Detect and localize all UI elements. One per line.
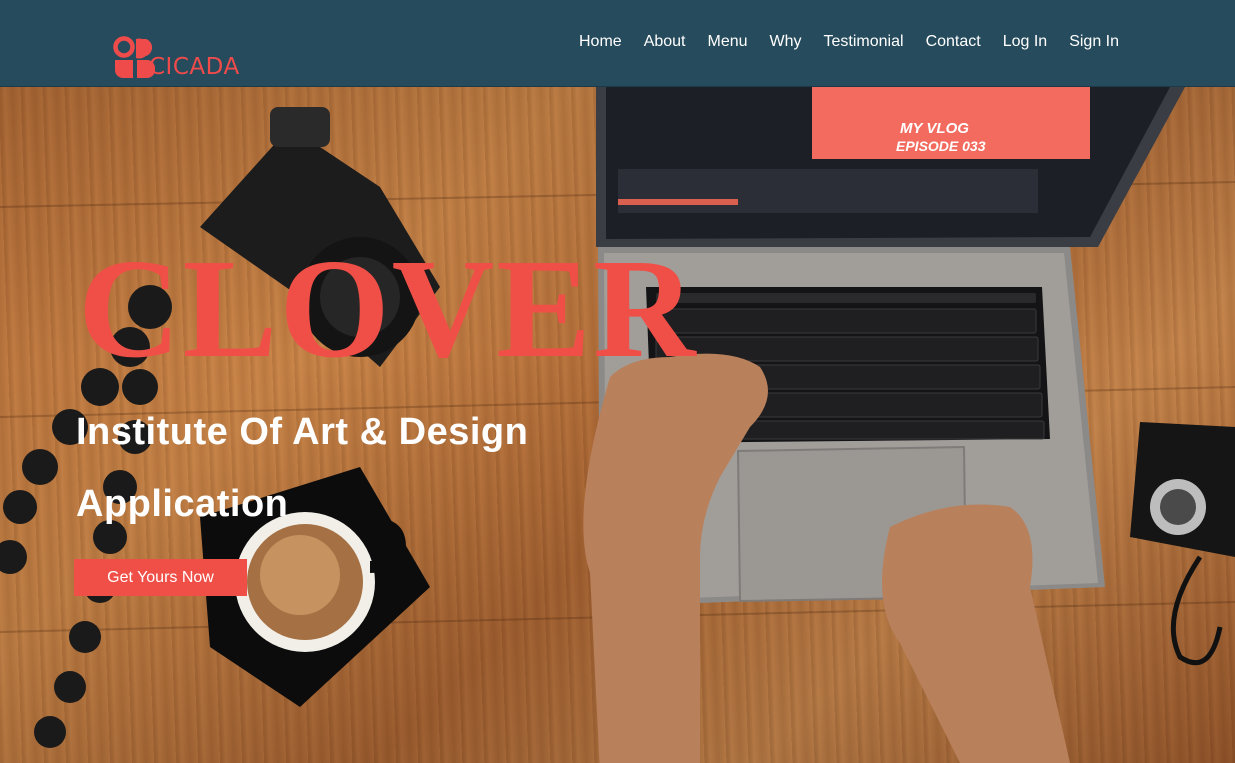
brand-logo-link[interactable]: CICADA [112,36,240,80]
laptop-screen-text-2: EPISODE 033 [896,138,986,154]
nav-testimonial[interactable]: Testimonial [824,32,904,52]
page: CICADA Home About Menu Why Testimonial C… [0,0,1235,763]
get-yours-now-button[interactable]: Get Yours Now [74,559,247,596]
hero-subtitle-line-2: Application [76,483,289,525]
nav-about[interactable]: About [644,32,686,52]
top-navbar: CICADA Home About Menu Why Testimonial C… [0,0,1235,87]
nav-why[interactable]: Why [770,32,802,52]
compact-camera-illustration [1130,422,1235,666]
hero-title: CLOVER [78,229,698,387]
nav-home[interactable]: Home [579,32,622,52]
nav-contact[interactable]: Contact [926,32,981,52]
brand-name: CICADA [149,54,240,80]
hero-section: MY VLOG EPISODE 033 CLOVER Institute Of … [0,87,1235,763]
nav-sign-in[interactable]: Sign In [1069,32,1119,52]
main-nav: Home About Menu Why Testimonial Contact … [579,32,1119,52]
laptop-screen-text-1: MY VLOG [900,120,969,137]
nav-menu[interactable]: Menu [708,32,748,52]
hero-subtitle-line-1: Institute Of Art & Design [76,411,529,453]
nav-log-in[interactable]: Log In [1003,32,1047,52]
